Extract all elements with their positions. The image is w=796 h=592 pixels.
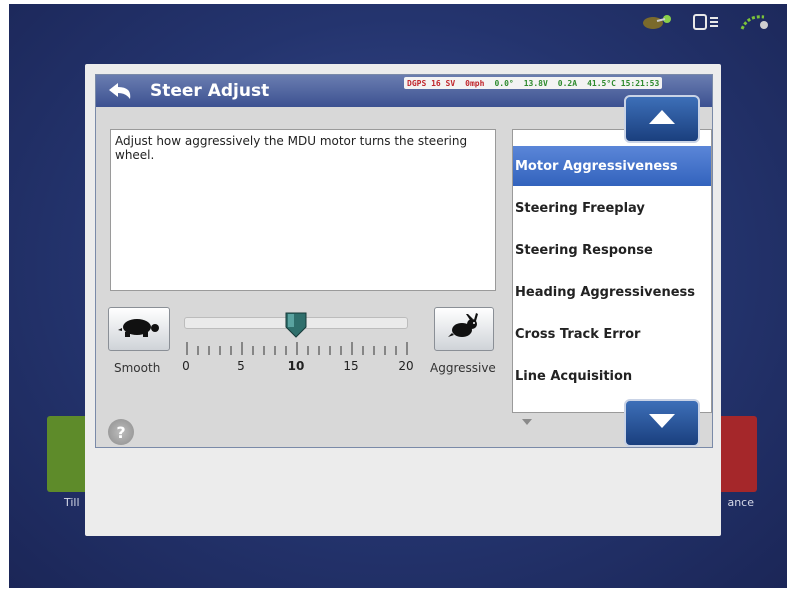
gps-status: DGPS 16 SV [407,78,456,88]
decrease-button[interactable] [108,307,170,351]
list-item-steering-freeplay[interactable]: Steering Freeplay [513,188,711,228]
tick-label: 5 [237,359,245,373]
smooth-label: Smooth [114,361,161,375]
arrow-down-icon [648,413,676,433]
dialog-titlebar: Steer Adjust DGPS 16 SV 0mph 0.0° 13.8V … [96,75,712,107]
steer-adjust-dialog: Steer Adjust DGPS 16 SV 0mph 0.0° 13.8V … [85,64,721,536]
list-item-cross-track-error[interactable]: Cross Track Error [513,314,711,354]
list-item-line-acquisition[interactable]: Line Acquisition [513,356,711,396]
dialog-title: Steer Adjust [150,81,270,101]
satellite-signal-icon [735,10,775,34]
angle-status: 0.0° [494,78,514,88]
turtle-icon [117,316,161,342]
list-item-motor-aggressiveness[interactable]: Motor Aggressiveness [513,146,711,186]
list-more-indicator-icon [522,419,532,425]
arrow-up-icon [648,109,676,129]
slider-thumb[interactable] [284,311,308,339]
speed-status: 0mph [465,78,485,88]
back-arrow-icon[interactable] [106,81,136,103]
aggressive-label: Aggressive [430,361,496,375]
maintenance-tile-label: ance [727,496,754,509]
gps-status-line: DGPS 16 SV 0mph 0.0° 13.8V 0.2A 41.5°C 1… [404,77,663,89]
tick-label: 15 [343,359,359,373]
list-item-heading-aggressiveness[interactable]: Heading Aggressiveness [513,272,711,312]
description-box: Adjust how aggressively the MDU motor tu… [110,129,496,291]
current-status: 0.2A [557,78,578,88]
list-item-steering-response[interactable]: Steering Response [513,230,711,270]
scroll-down-button[interactable] [624,399,700,447]
tillage-tile-label: Till [64,496,80,509]
display-status-icon [687,10,727,34]
status-icons [639,10,775,34]
increase-button[interactable] [434,307,494,351]
slider-ticks [186,341,408,355]
scroll-up-button[interactable] [624,95,700,143]
gps-receiver-icon [639,10,679,34]
temp-time-status: 41.5°C 15:21:53 [587,78,660,88]
tick-label: 10 [287,359,305,373]
tick-label: 20 [398,359,414,373]
tick-label: 0 [182,359,190,373]
display-screen: Till ance Steer Adjust DGPS 16 SV 0mph 0… [9,4,787,588]
settings-list: Motor Aggressiveness Steering Freeplay S… [512,129,712,413]
dialog-body: Steer Adjust DGPS 16 SV 0mph 0.0° 13.8V … [95,74,713,448]
rabbit-icon [448,313,480,345]
help-icon[interactable]: ? [108,419,134,445]
voltage-status: 13.8V [523,78,548,88]
